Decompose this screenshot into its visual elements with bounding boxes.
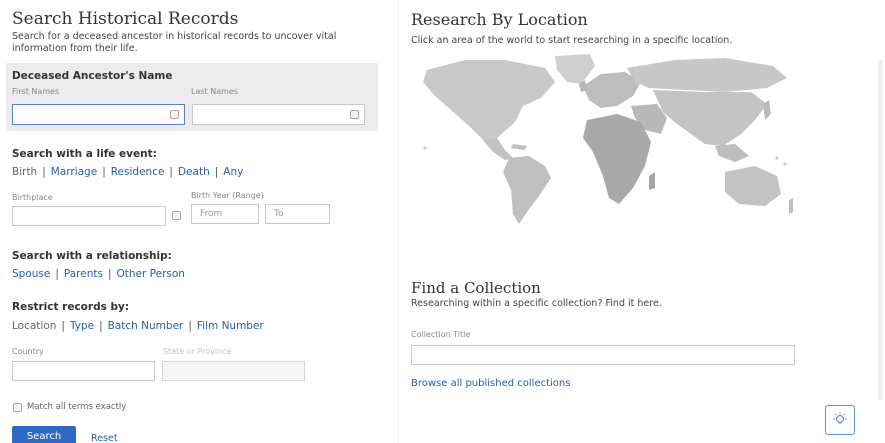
country-label: Country [12,347,44,356]
match-exact-label: Match all terms exactly [27,402,127,412]
restrict-batch-number[interactable]: Batch Number [108,320,184,332]
map-region-europe[interactable] [583,72,641,108]
first-names-exact-checkbox[interactable] [170,110,179,119]
relationship-other-person[interactable]: Other Person [117,268,185,280]
state-select[interactable] [162,361,305,381]
map-region-pacific-islands[interactable] [783,162,787,166]
map-region-asia[interactable] [653,90,767,146]
life-event-residence[interactable]: Residence [111,166,165,178]
location-title: Research By Location [411,10,588,29]
map-region-south-america[interactable] [503,156,551,224]
first-names-input[interactable] [12,104,185,125]
birthplace-exact-checkbox[interactable] [172,211,181,220]
search-subtitle: Search for a deceased ancestor in histor… [12,31,337,54]
search-button[interactable]: Search [12,426,76,443]
last-names-input[interactable] [192,104,365,125]
country-select[interactable] [12,361,155,381]
life-event-options: Birth | Marriage | Residence | Death | Any [12,166,244,178]
world-map[interactable] [405,48,795,228]
name-section-title: Deceased Ancestor's Name [12,70,173,82]
map-region-australia[interactable] [725,166,781,206]
restrict-film-number[interactable]: Film Number [197,320,264,332]
map-region-southeast-asia[interactable] [715,144,749,162]
collection-title-input[interactable] [411,345,795,365]
map-region-new-zealand[interactable] [789,198,793,214]
birth-year-label: Birth Year (Range) [191,191,264,200]
map-region-hawaii[interactable] [423,146,427,150]
first-names-label: First Names [12,87,60,96]
life-event-death[interactable]: Death [178,166,210,178]
collection-title-label: Collection Title [411,330,471,339]
map-region-madagascar[interactable] [649,172,655,190]
relationship-spouse[interactable]: Spouse [12,268,50,280]
reset-link[interactable]: Reset [91,433,118,443]
birthplace-label: Birthplace [12,193,53,202]
scrollbar[interactable] [878,60,883,400]
to-placeholder: To [274,209,284,219]
collection-subtitle: Researching within a specific collection… [411,298,662,309]
map-region-caribbean[interactable] [511,144,527,150]
life-event-birth[interactable]: Birth [12,166,37,178]
match-exact-checkbox[interactable] [13,403,22,412]
life-event-marriage[interactable]: Marriage [51,166,97,178]
relationship-options: Spouse | Parents | Other Person [12,268,185,280]
browse-collections-link[interactable]: Browse all published collections [411,378,570,389]
map-region-north-america[interactable] [423,60,555,140]
birth-year-to-input[interactable]: To [265,204,330,224]
relationship-title: Search with a relationship: [12,250,172,262]
help-button[interactable] [825,405,855,435]
search-title: Search Historical Records [12,9,239,29]
map-region-central-america[interactable] [483,138,513,160]
column-divider [398,0,399,443]
map-region-africa[interactable] [583,114,651,204]
state-label: State or Province [163,347,232,356]
last-names-label: Last Names [191,87,238,96]
map-region-greenland[interactable] [555,54,595,84]
life-event-any[interactable]: Any [223,166,243,178]
birthplace-input[interactable] [12,206,166,226]
collection-title: Find a Collection [411,279,541,297]
map-region-pacific-islands[interactable] [775,156,779,160]
restrict-location[interactable]: Location [12,320,56,332]
restrict-options: Location | Type | Batch Number | Film Number [12,320,264,332]
birth-year-from-input[interactable]: From [191,204,259,224]
restrict-type[interactable]: Type [70,320,94,332]
relationship-parents[interactable]: Parents [64,268,103,280]
from-placeholder: From [200,209,223,219]
life-event-title: Search with a life event: [12,148,157,160]
lightbulb-icon [833,412,847,424]
map-region-russia[interactable] [627,58,787,92]
location-subtitle: Click an area of the world to start rese… [411,35,733,46]
restrict-title: Restrict records by: [12,301,130,313]
last-names-exact-checkbox[interactable] [350,110,359,119]
